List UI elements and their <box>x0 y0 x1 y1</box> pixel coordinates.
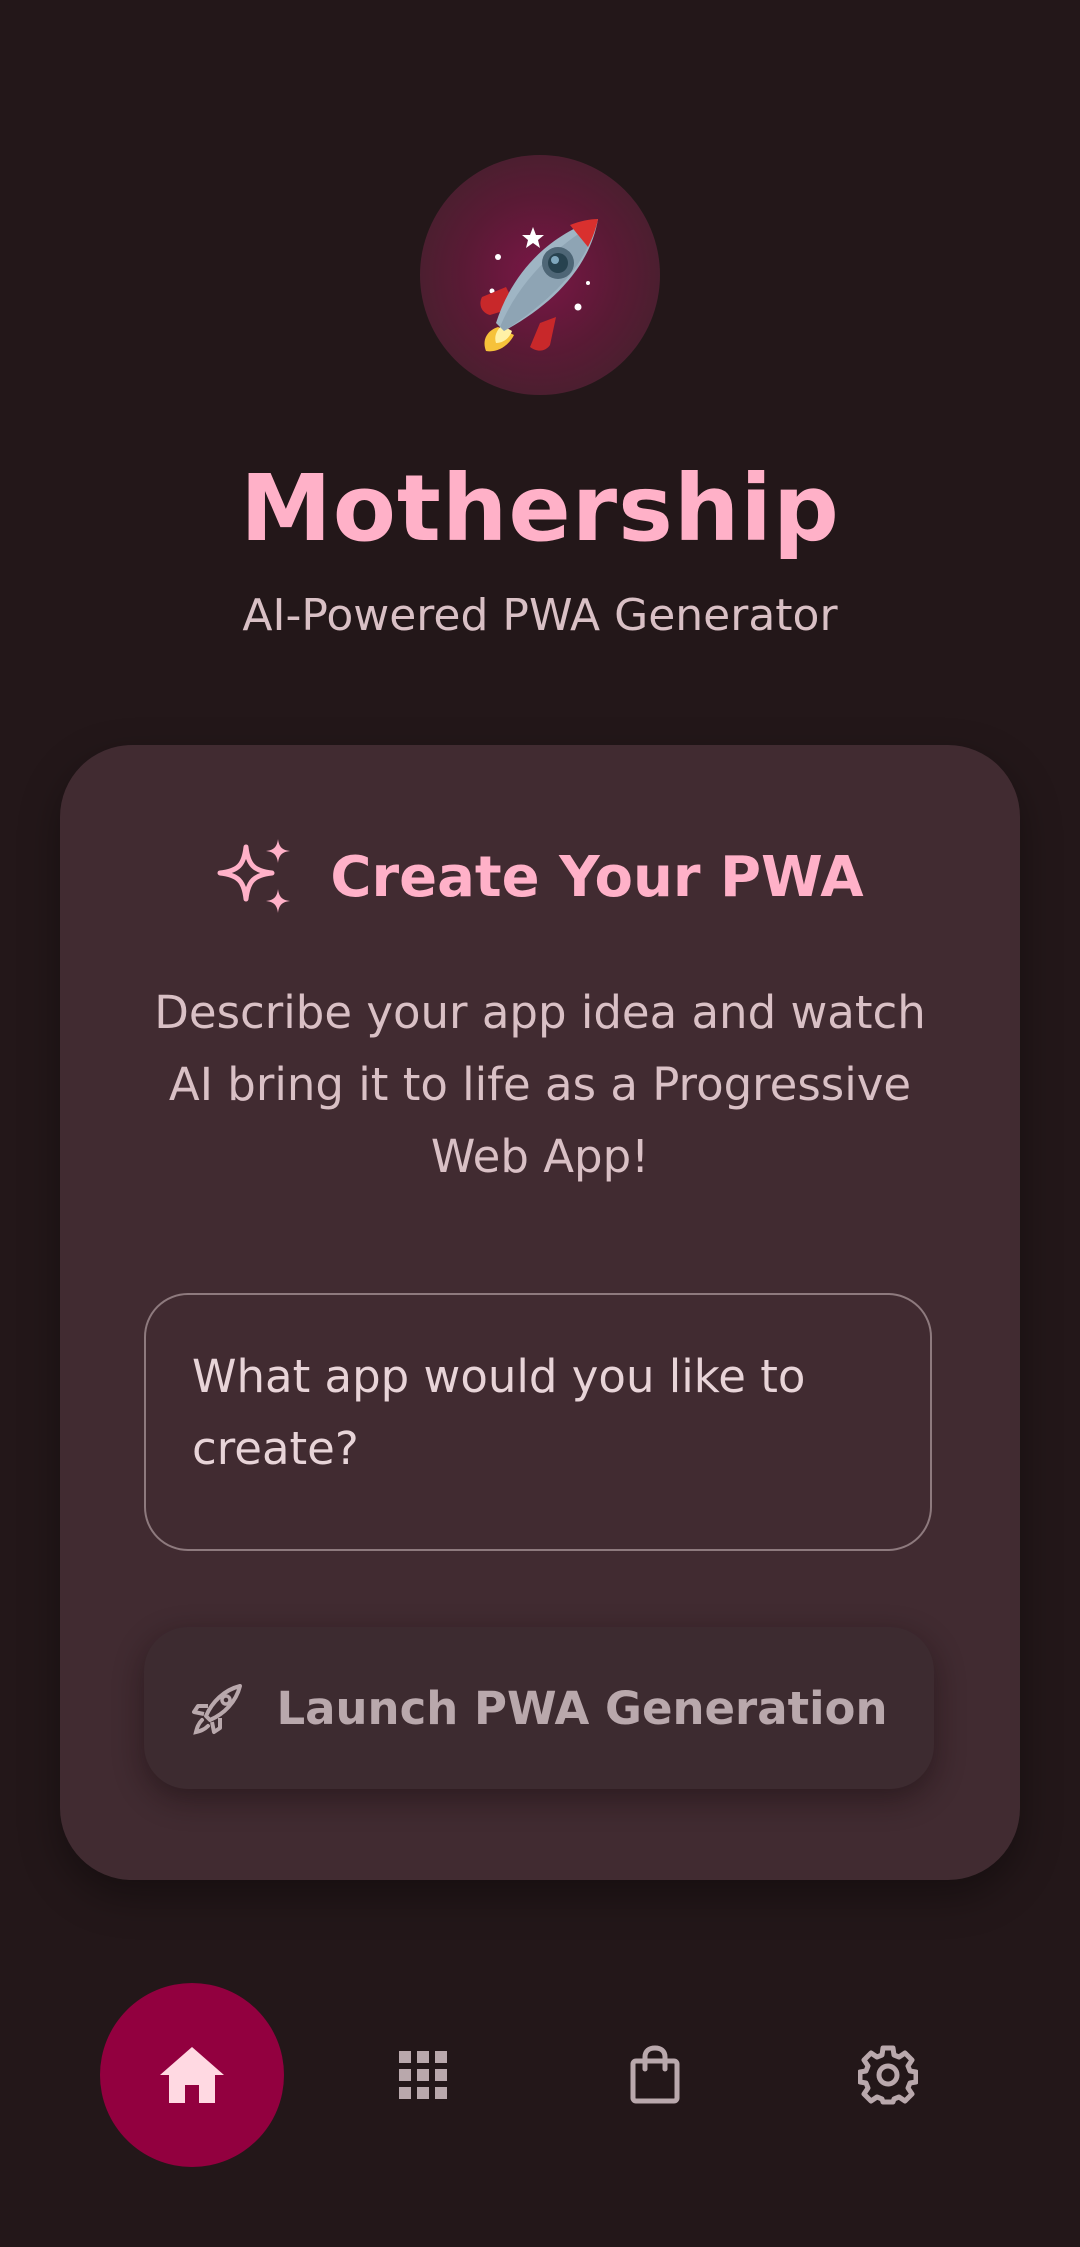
app-title: Mothership <box>240 455 840 562</box>
app-screen: Mothership AI-Powered PWA Generator Crea… <box>0 0 1080 2247</box>
home-icon <box>160 2047 224 2103</box>
nav-apps-button[interactable] <box>378 2030 468 2120</box>
gear-icon <box>858 2045 918 2105</box>
nav-settings-button[interactable] <box>843 2030 933 2120</box>
launch-button-label: Launch PWA Generation <box>276 1681 888 1735</box>
launch-pwa-button[interactable]: Launch PWA Generation <box>144 1627 934 1789</box>
shopping-bag-icon <box>630 2045 680 2104</box>
card-header: Create Your PWA <box>60 827 1020 927</box>
nav-store-button[interactable] <box>610 2030 700 2120</box>
grid-icon <box>399 2051 447 2099</box>
create-pwa-card: Create Your PWA Describe your app idea a… <box>60 745 1020 1880</box>
logo <box>420 155 660 395</box>
rocket-outline-icon <box>192 1684 243 1735</box>
rocket-icon <box>480 219 598 352</box>
card-title: Create Your PWA <box>330 844 864 910</box>
card-description: Describe your app idea and watch AI brin… <box>154 986 926 1183</box>
app-subtitle: AI-Powered PWA Generator <box>242 590 838 641</box>
nav-home-button[interactable] <box>100 1983 284 2167</box>
app-idea-input[interactable] <box>144 1293 932 1551</box>
sparkles-icon <box>217 839 291 913</box>
